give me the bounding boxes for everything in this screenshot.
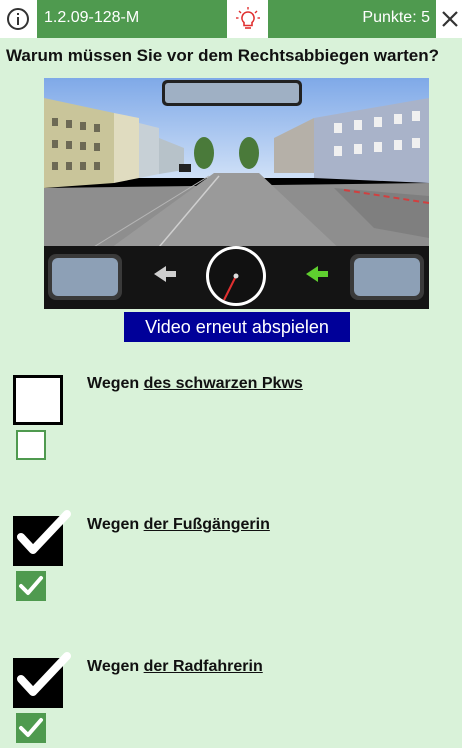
solution-checkbox	[16, 430, 46, 460]
check-icon	[19, 576, 43, 595]
answer-text: Wegen der Fußgängerin	[87, 516, 270, 534]
answer-prefix: Wegen	[87, 658, 144, 675]
replay-video-button[interactable]: Video erneut abspielen	[124, 312, 350, 342]
answer-prefix: Wegen	[87, 375, 144, 392]
close-button[interactable]	[438, 0, 462, 38]
question-text: Warum müssen Sie vor dem Rechtsabbiegen …	[6, 46, 439, 65]
answer-prefix: Wegen	[87, 516, 144, 533]
lightbulb-icon	[235, 7, 260, 29]
answer-checkbox[interactable]	[13, 375, 63, 425]
solution-checkbox	[16, 713, 46, 743]
answer-emphasis: der Radfahrerin	[143, 658, 263, 675]
question-id: 1.2.09-128-M	[44, 9, 140, 26]
check-icon	[17, 510, 71, 554]
answer-text: Wegen der Radfahrerin	[87, 658, 263, 676]
info-button[interactable]	[0, 0, 36, 38]
check-icon	[19, 718, 43, 737]
answer-emphasis: des schwarzen Pkws	[143, 375, 303, 392]
video-player[interactable]	[44, 78, 429, 309]
answer-emphasis: der Fußgängerin	[143, 516, 270, 533]
score-label: Punkte: 5	[362, 9, 430, 26]
top-bar: 1.2.09-128-M Punkte: 5	[0, 0, 462, 38]
score-box: Punkte: 5	[268, 0, 436, 38]
street-scene-image	[44, 78, 429, 309]
answer-checkbox[interactable]	[13, 510, 71, 566]
answer-text: Wegen des schwarzen Pkws	[87, 375, 303, 393]
close-icon	[442, 11, 458, 27]
hint-button[interactable]	[228, 0, 267, 38]
solution-checkbox	[16, 571, 46, 601]
question-id-box: 1.2.09-128-M	[37, 0, 227, 38]
answer-checkbox[interactable]	[13, 652, 71, 708]
info-icon	[7, 8, 29, 30]
check-icon	[17, 652, 71, 696]
